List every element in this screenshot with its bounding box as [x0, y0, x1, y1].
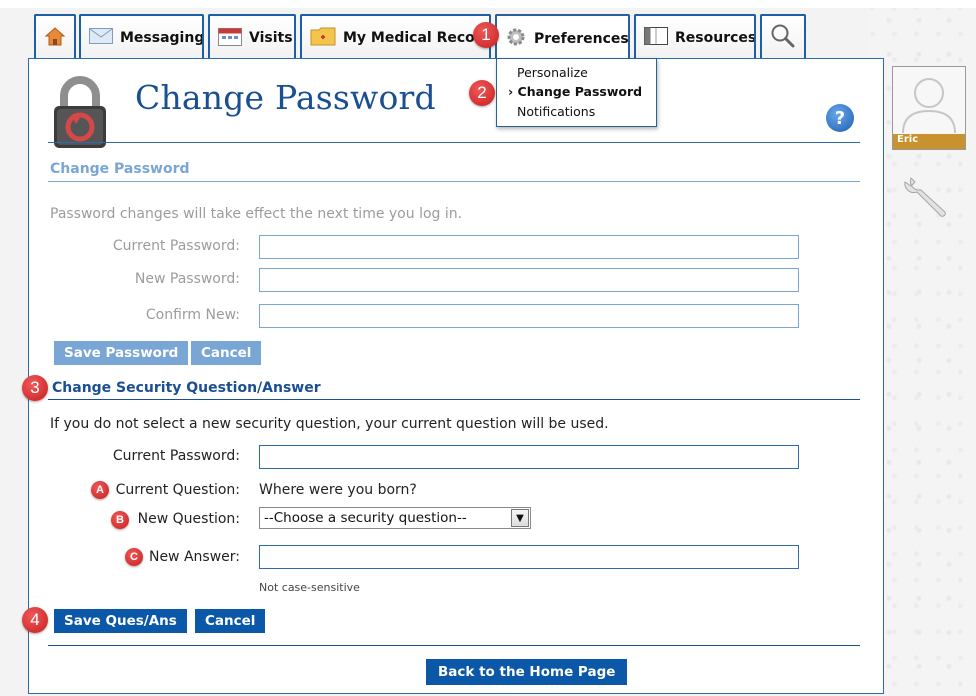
current-question-value: Where were you born?: [259, 482, 417, 498]
footer-divider: [48, 645, 860, 646]
wrench-icon[interactable]: [903, 172, 951, 224]
security-section-title: Change Security Question/Answer: [52, 380, 321, 396]
callout-marker-c: C: [125, 548, 143, 566]
chevron-down-icon[interactable]: ▼: [511, 509, 529, 527]
current-password-field[interactable]: [259, 235, 799, 259]
user-name: Eric: [893, 134, 965, 149]
callout-marker-2: 2: [469, 80, 495, 106]
tab-my-medical-record[interactable]: My Medical Reco: [300, 14, 491, 60]
page-title: Change Password: [135, 78, 436, 117]
envelope-icon: [89, 28, 113, 48]
avatar[interactable]: Eric: [892, 66, 966, 150]
password-section-title: Change Password: [50, 161, 190, 177]
tab-visits[interactable]: Visits: [208, 14, 296, 60]
menu-item-change-password[interactable]: › Change Password: [508, 84, 642, 99]
new-password-field[interactable]: [259, 268, 799, 292]
cancel-question-button[interactable]: Cancel: [195, 609, 266, 633]
save-password-button[interactable]: Save Password: [54, 341, 189, 365]
tab-medical-label: My Medical Reco: [343, 30, 475, 46]
password-section-divider: [48, 181, 860, 182]
security-section-divider: [48, 399, 860, 400]
tab-home[interactable]: [34, 14, 76, 60]
save-question-answer-button[interactable]: Save Ques/Ans: [54, 609, 187, 633]
new-question-select[interactable]: --Choose a security question-- ▼: [259, 507, 531, 529]
current-password-label: Current Password:: [112, 238, 240, 254]
new-question-selected-value: --Choose a security question--: [264, 510, 467, 526]
callout-marker-a: A: [91, 481, 109, 499]
calendar-icon: [218, 26, 242, 50]
tab-visits-label: Visits: [249, 30, 293, 46]
active-indicator: ›: [508, 84, 514, 99]
tab-resources[interactable]: Resources: [634, 14, 756, 60]
new-password-label: New Password:: [134, 271, 240, 287]
tab-search[interactable]: [760, 14, 806, 60]
password-info-text: Password changes will take effect the ne…: [50, 206, 463, 222]
answer-hint: Not case-sensitive: [259, 581, 360, 594]
gear-icon: [505, 26, 527, 52]
top-strip: [0, 0, 976, 8]
security-current-password-field[interactable]: [259, 445, 799, 469]
folder-icon: [310, 26, 336, 50]
menu-item-notifications[interactable]: Notifications: [517, 104, 595, 119]
tab-resources-label: Resources: [675, 30, 756, 46]
search-icon: [770, 23, 796, 53]
main-panel: [28, 58, 884, 694]
new-answer-field[interactable]: [259, 545, 799, 569]
book-icon: [644, 26, 668, 50]
tab-preferences[interactable]: Preferences: [495, 14, 630, 61]
back-to-home-button[interactable]: Back to the Home Page: [426, 659, 628, 685]
tab-messaging[interactable]: Messaging: [79, 14, 204, 60]
home-icon: [44, 26, 66, 50]
new-question-label: New Question:: [137, 511, 240, 527]
cancel-password-button[interactable]: Cancel: [191, 341, 262, 365]
menu-item-personalize[interactable]: Personalize: [517, 65, 588, 80]
header-divider: [48, 142, 860, 143]
tab-preferences-label: Preferences: [534, 30, 629, 47]
tab-messaging-label: Messaging: [120, 30, 204, 46]
current-question-label: Current Question:: [115, 482, 240, 498]
preferences-menu: Personalize › Change Password Notificati…: [496, 58, 657, 127]
security-current-password-label: Current Password:: [112, 448, 240, 464]
callout-marker-3: 3: [22, 375, 48, 401]
security-info-text: If you do not select a new security ques…: [50, 416, 609, 432]
new-answer-label: New Answer:: [148, 549, 240, 565]
confirm-password-field[interactable]: [259, 304, 799, 328]
confirm-password-label: Confirm New:: [145, 307, 240, 323]
callout-marker-1: 1: [473, 22, 499, 48]
callout-marker-4: 4: [22, 607, 48, 633]
help-icon[interactable]: ?: [826, 104, 854, 132]
callout-marker-b: B: [111, 511, 129, 529]
menu-item-change-password-label: Change Password: [517, 84, 643, 99]
